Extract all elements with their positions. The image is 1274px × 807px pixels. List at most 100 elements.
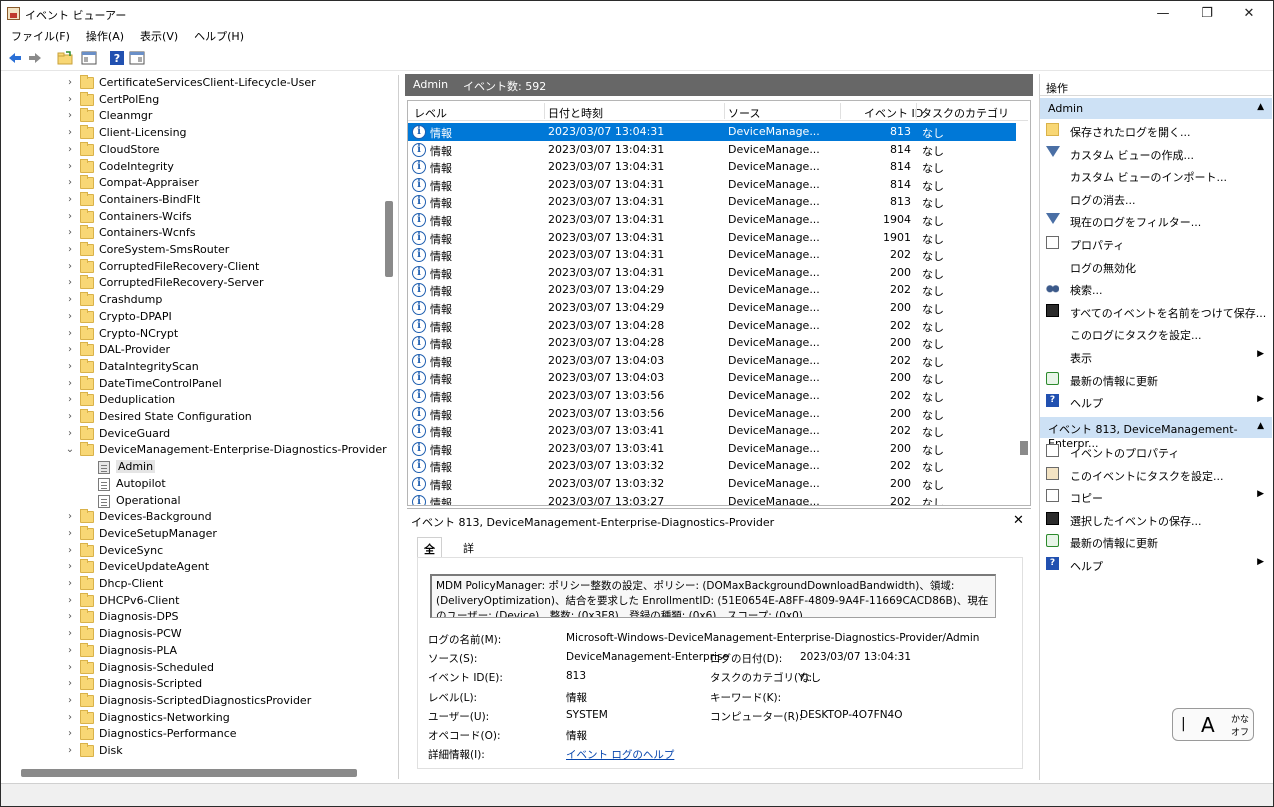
tree-folder-item[interactable]: › Containers-BindFlt [5, 191, 385, 209]
chevron-right-icon[interactable]: › [65, 244, 75, 255]
tree-folder-item[interactable]: › Diagnostics-Performance [5, 726, 385, 743]
tree-folder-item[interactable]: › Deduplication [5, 392, 385, 409]
tree-folder-item[interactable]: › DateTimeControlPanel [5, 375, 385, 393]
chevron-right-icon[interactable]: › [65, 110, 75, 121]
tree-folder-item[interactable]: › DAL-Provider [5, 342, 385, 359]
tree-log-item[interactable]: Operational [5, 493, 385, 510]
event-message[interactable]: MDM PolicyManager: ポリシー整数の設定、ポリシー: (DOMa… [430, 574, 996, 618]
event-row[interactable]: i 情報 2023/03/07 13:04:03 DeviceManage... 202… [408, 352, 1016, 370]
chevron-right-icon[interactable]: › [65, 628, 75, 639]
menu-view[interactable]: 表示(V) [134, 27, 184, 45]
chevron-right-icon[interactable]: › [65, 428, 75, 439]
event-row[interactable]: i 情報 2023/03/07 13:04:28 DeviceManage... 200… [408, 334, 1016, 352]
tree-folder-item[interactable]: › Diagnosis-DPS [5, 609, 385, 626]
back-arrow-icon[interactable] [7, 50, 23, 66]
event-row[interactable]: i 情報 2023/03/07 13:04:31 DeviceManage... 813… [408, 123, 1016, 141]
event-log-help-link[interactable]: イベント ログのヘルプ [566, 747, 674, 762]
tree-log-item[interactable]: Admin [5, 459, 385, 476]
event-row[interactable]: i 情報 2023/03/07 13:03:41 DeviceManage... 202… [408, 422, 1016, 440]
event-row[interactable]: i 情報 2023/03/07 13:03:41 DeviceManage... 200… [408, 440, 1016, 458]
chevron-right-icon[interactable]: › [65, 361, 75, 372]
chevron-right-icon[interactable]: › [65, 378, 75, 389]
minimize-button[interactable]: — [1143, 4, 1183, 24]
chevron-right-icon[interactable]: › [65, 511, 75, 522]
event-row[interactable]: i 情報 2023/03/07 13:04:31 DeviceManage... 814… [408, 158, 1016, 176]
action-item[interactable]: プロパティ [1040, 232, 1272, 254]
tree-folder-item[interactable]: › Dhcp-Client [5, 576, 385, 593]
event-row[interactable]: i 情報 2023/03/07 13:04:03 DeviceManage... 200… [408, 369, 1016, 387]
col-level[interactable]: レベル [414, 105, 447, 121]
action-item[interactable]: 最新の情報に更新 [1040, 530, 1272, 552]
action-item[interactable]: ? ヘルプ ▶ [1040, 553, 1272, 575]
menu-help[interactable]: ヘルプ(H) [188, 27, 250, 45]
tree-folder-item[interactable]: › Diagnosis-PCW [5, 626, 385, 643]
open-folder-icon[interactable] [57, 50, 73, 66]
chevron-right-icon[interactable]: › [65, 611, 75, 622]
event-row[interactable]: i 情報 2023/03/07 13:04:31 DeviceManage... 814… [408, 141, 1016, 159]
chevron-right-icon[interactable]: › [65, 561, 75, 572]
tree-folder-item[interactable]: › CertPolEng [5, 91, 385, 109]
tree-folder-item[interactable]: › Diagnosis-Scripted [5, 676, 385, 693]
tree-folder-item[interactable]: › Cleanmgr [5, 108, 385, 125]
col-event-id[interactable]: イベント ID [864, 105, 923, 121]
event-row[interactable]: i 情報 2023/03/07 13:04:31 DeviceManage... 813… [408, 193, 1016, 211]
action-item[interactable]: 選択したイベントの保存... [1040, 508, 1272, 530]
event-row[interactable]: i 情報 2023/03/07 13:03:32 DeviceManage... 200… [408, 475, 1016, 493]
chevron-right-icon[interactable]: › [65, 394, 75, 405]
tree-folder-item[interactable]: › CorruptedFileRecovery-Client [5, 258, 385, 276]
chevron-right-icon[interactable]: › [65, 645, 75, 656]
event-list-scrollbar[interactable] [1020, 441, 1028, 455]
chevron-right-icon[interactable]: › [65, 161, 75, 172]
tree-folder-item[interactable]: › Diagnosis-Scheduled [5, 659, 385, 677]
tree-folder-item[interactable]: › CertificateServicesClient-Lifecycle-Use… [5, 75, 385, 92]
tree-folder-item[interactable]: › Diagnosis-ScriptedDiagnosticsProvider [5, 692, 385, 710]
chevron-right-icon[interactable]: › [65, 261, 75, 272]
help-icon[interactable]: ? [109, 50, 125, 66]
event-row[interactable]: i 情報 2023/03/07 13:03:32 DeviceManage... 202… [408, 457, 1016, 475]
tree-folder-item[interactable]: › DHCPv6-Client [5, 592, 385, 610]
col-date[interactable]: 日付と時刻 [548, 105, 603, 121]
event-row[interactable]: i 情報 2023/03/07 13:04:31 DeviceManage... 190… [408, 211, 1016, 229]
action-item[interactable]: 最新の情報に更新 [1040, 368, 1272, 390]
chevron-right-icon[interactable]: › [65, 294, 75, 305]
action-item[interactable]: このイベントにタスクを設定... [1040, 463, 1272, 485]
event-row[interactable]: i 情報 2023/03/07 13:04:31 DeviceManage... 200… [408, 264, 1016, 282]
chevron-right-icon[interactable]: › [65, 211, 75, 222]
action-item[interactable]: 表示 ▶ [1040, 345, 1272, 367]
col-task-category[interactable]: タスクのカテゴリ [921, 105, 1009, 121]
action-item[interactable]: 保存されたログを開く... [1040, 119, 1272, 141]
action-item[interactable]: カスタム ビューの作成... [1040, 142, 1272, 164]
chevron-right-icon[interactable]: › [65, 728, 75, 739]
action-item[interactable]: コピー ▶ [1040, 485, 1272, 507]
action-item[interactable]: 検索... [1040, 277, 1272, 299]
action-item[interactable]: イベントのプロパティ [1040, 440, 1272, 462]
tree-log-item[interactable]: Autopilot [5, 476, 385, 493]
action-pane-icon[interactable] [129, 50, 145, 66]
event-row[interactable]: i 情報 2023/03/07 13:04:31 DeviceManage... 202… [408, 246, 1016, 264]
chevron-right-icon[interactable]: › [65, 695, 75, 706]
action-item[interactable]: ログの無効化 [1040, 255, 1272, 277]
tree-folder-item[interactable]: › CorruptedFileRecovery-Server [5, 275, 385, 292]
menu-file[interactable]: ファイル(F) [5, 27, 76, 45]
chevron-right-icon[interactable]: › [65, 678, 75, 689]
tree-folder-item[interactable]: › Containers-Wcnfs [5, 225, 385, 242]
action-item[interactable]: ? ヘルプ ▶ [1040, 390, 1272, 412]
action-item[interactable]: 現在のログをフィルター... [1040, 209, 1272, 231]
chevron-right-icon[interactable]: › [65, 177, 75, 188]
close-button[interactable]: ✕ [1229, 4, 1269, 24]
tree-folder-item[interactable]: › DeviceUpdateAgent [5, 559, 385, 576]
tree-folder-item[interactable]: › CoreSystem-SmsRouter [5, 242, 385, 259]
tree-folder-item[interactable]: › Client-Licensing [5, 125, 385, 142]
tree-folder-item[interactable]: › Devices-Background [5, 509, 385, 526]
tree-folder-item[interactable]: › Crashdump [5, 292, 385, 309]
col-source[interactable]: ソース [728, 105, 760, 121]
chevron-right-icon[interactable]: › [65, 528, 75, 539]
chevron-right-icon[interactable]: › [65, 227, 75, 238]
detail-close-icon[interactable]: ✕ [1013, 513, 1024, 528]
chevron-right-icon[interactable]: › [65, 127, 75, 138]
chevron-right-icon[interactable]: › [65, 311, 75, 322]
tree-folder-item[interactable]: › Disk [5, 743, 385, 760]
chevron-right-icon[interactable]: › [65, 328, 75, 339]
tree-folder-item[interactable]: › Desired State Configuration [5, 409, 385, 426]
forward-arrow-icon[interactable] [27, 50, 43, 66]
